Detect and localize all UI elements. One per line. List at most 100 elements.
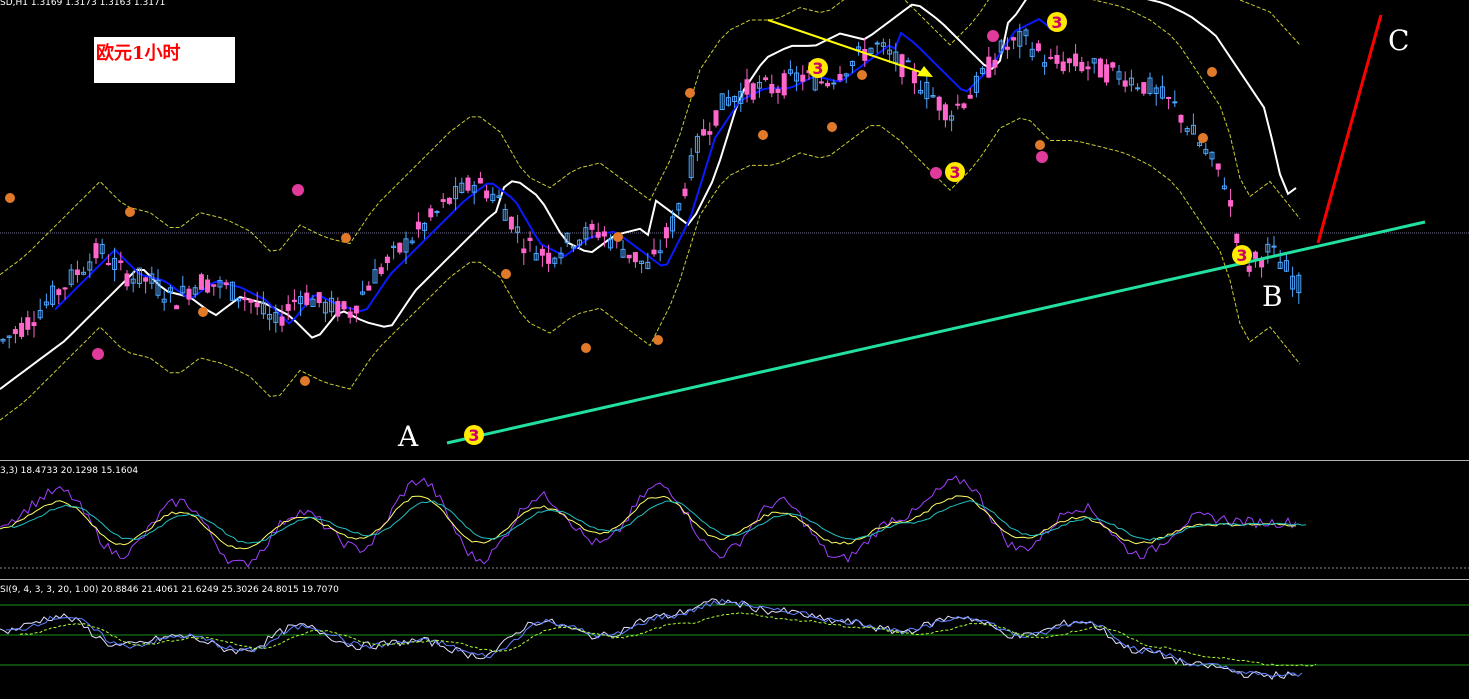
candle-body (800, 74, 806, 82)
lower-envelope-line (0, 117, 1301, 421)
candle-body (769, 83, 775, 94)
candle-body (539, 248, 545, 256)
wave-marker (198, 307, 208, 317)
candle-body (651, 249, 657, 255)
wave-marker (1207, 67, 1217, 77)
candle-body (1252, 251, 1258, 259)
candle-body (74, 269, 80, 276)
candle-body (434, 211, 440, 214)
wave3-badge-label: 3 (1236, 246, 1247, 265)
candle-body (508, 216, 514, 230)
candle-body (62, 287, 68, 290)
candle-body (1271, 245, 1277, 248)
candle-body (304, 292, 310, 305)
candle-body (1060, 61, 1066, 72)
wave-marker (125, 207, 135, 217)
candle-body (93, 243, 99, 259)
candle-body (205, 279, 211, 293)
candle-body (955, 103, 961, 106)
candle-body (316, 292, 322, 304)
candle-body (1141, 82, 1147, 94)
candle-body (1122, 80, 1128, 87)
wave3-badge-label: 3 (1051, 13, 1062, 32)
candle-body (254, 302, 260, 308)
candle-body (911, 70, 917, 84)
candle-body (477, 178, 483, 184)
candle-body (1097, 58, 1103, 78)
candle-body (1166, 96, 1172, 99)
candle-body (1079, 61, 1085, 72)
candle-body (1066, 58, 1072, 64)
candle-body (818, 81, 824, 84)
wave-marker (1035, 140, 1045, 150)
candle-body (1172, 101, 1178, 104)
kdj-k-line (0, 598, 1297, 681)
trendline (446, 220, 1426, 445)
candle-body (601, 231, 607, 237)
wave-marker (827, 122, 837, 132)
candle-body (1054, 55, 1060, 64)
candle-body (992, 59, 998, 68)
candle-body (626, 254, 632, 259)
wave-marker (5, 193, 15, 203)
candle-body (905, 60, 911, 63)
candle-body (118, 260, 124, 263)
candle-body (825, 82, 831, 87)
candle-body (967, 94, 973, 99)
candle-body (397, 242, 403, 253)
candle-body (1215, 163, 1221, 170)
candle-body (986, 56, 992, 78)
candle-body (186, 288, 192, 300)
candle-body (1228, 200, 1234, 207)
candle-body (1110, 62, 1116, 68)
candle-body (279, 316, 285, 326)
wave-marker (581, 343, 591, 353)
point-c-label: C (1388, 24, 1410, 57)
wave3-badge-label: 3 (949, 163, 960, 182)
candle-body (353, 305, 359, 314)
candle-body (1234, 233, 1240, 244)
stoch-header: 3,3) 18.4733 20.1298 15.1604 (0, 466, 139, 476)
candle-body (223, 282, 229, 286)
main-header: SD,H1 1.3169 1.3173 1.3163 1.3171 (0, 0, 166, 8)
candle-body (465, 177, 471, 191)
candle-body (942, 104, 948, 121)
candle-body (682, 188, 688, 197)
candle-body (527, 237, 533, 242)
wave-marker (1036, 151, 1048, 163)
title-box: 欧元1小时 (94, 37, 235, 83)
candle-body (961, 103, 967, 109)
candle-body (589, 223, 595, 230)
candle-body (763, 77, 769, 81)
candle-body (484, 190, 490, 199)
kdj-j-line (19, 612, 1317, 667)
candle-body (446, 197, 452, 204)
wave-marker (653, 335, 663, 345)
candle-body (1004, 46, 1010, 50)
candle-body (1246, 265, 1252, 272)
candle-body (12, 329, 18, 335)
wave-marker (930, 167, 942, 179)
stoch-d-line (0, 495, 1296, 550)
candle-body (831, 82, 837, 85)
wave-marker (613, 232, 623, 242)
projection-line (1316, 14, 1383, 244)
candle-body (874, 42, 880, 45)
wave3-badge-label: 3 (468, 426, 479, 445)
candle-body (415, 221, 421, 230)
candle-body (384, 256, 390, 264)
candle-body (378, 267, 384, 274)
candle-body (936, 96, 942, 111)
candle-body (31, 322, 37, 327)
candle-body (744, 79, 750, 95)
wave-marker (300, 376, 310, 386)
stoch-k-line (0, 475, 1297, 568)
candle-body (124, 273, 130, 287)
candle-body (174, 305, 180, 310)
wave-marker (758, 130, 768, 140)
wave-marker (1198, 133, 1208, 143)
candle-body (25, 317, 31, 330)
candle-body (663, 227, 669, 239)
candle-body (285, 304, 291, 311)
chart-title: 欧元1小时 (96, 43, 181, 64)
